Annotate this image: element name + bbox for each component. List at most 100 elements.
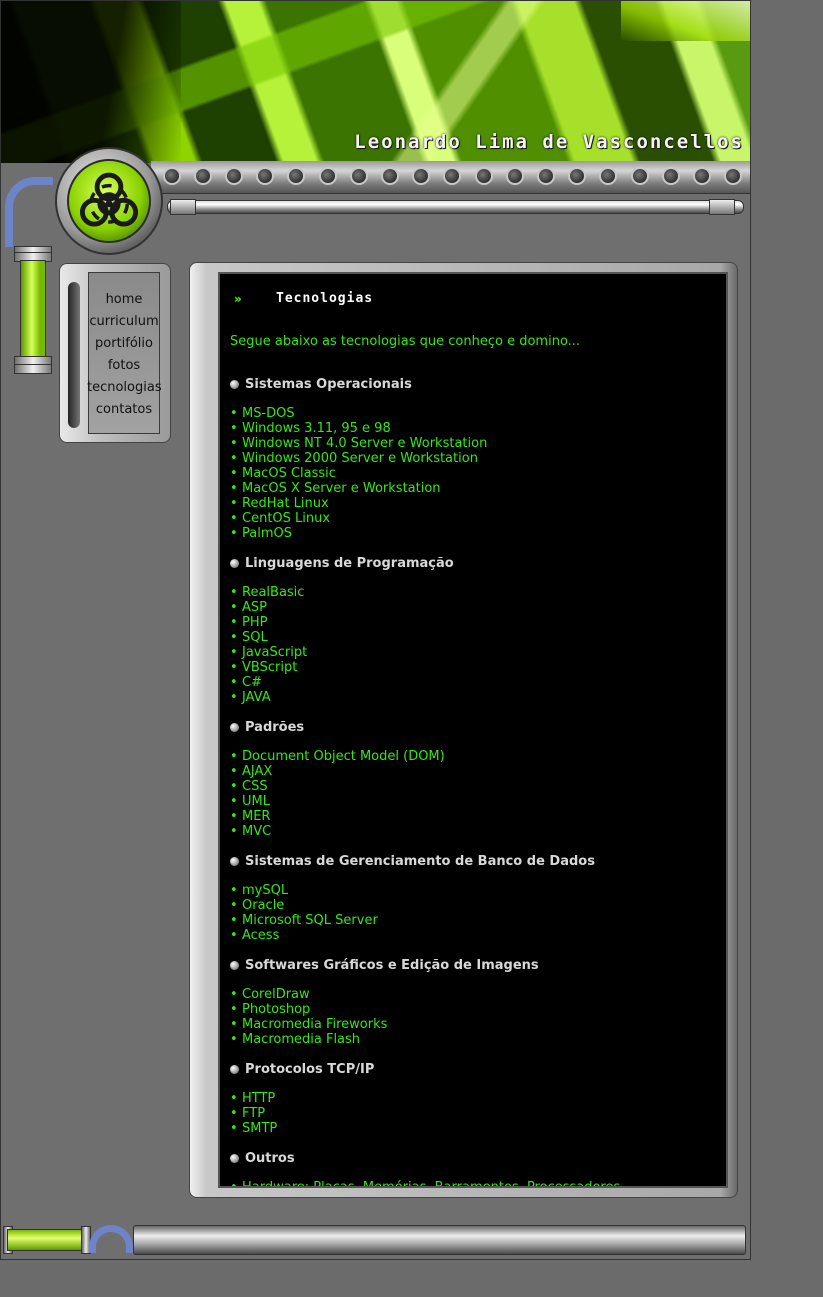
biohazard-icon — [67, 159, 151, 243]
tech-list-item: Acess — [230, 928, 726, 943]
tech-section: Padrões Document Object Model (DOM)AJAXCS… — [230, 717, 726, 839]
tech-list-item: Windows NT 4.0 Server e Workstation — [230, 436, 726, 451]
rail-hole — [724, 167, 742, 185]
nav-item-fotos[interactable]: fotos — [87, 355, 161, 377]
tech-section: Outros Hardware: Placas, Memórias, Barram… — [230, 1148, 726, 1186]
tech-list-item: PHP — [230, 615, 726, 630]
section-heading-text: Sistemas de Gerenciamento de Banco de Da… — [245, 853, 595, 869]
rail-hole — [631, 167, 649, 185]
tech-section: Linguagens de Programação RealBasicASPPHP… — [230, 553, 726, 705]
metal-pipe — [167, 199, 744, 215]
rail-hole — [443, 167, 461, 185]
tech-list-item: MacOS X Server e Workstation — [230, 481, 726, 496]
rail-hole — [287, 167, 305, 185]
tech-list: MS-DOSWindows 3.11, 95 e 98Windows NT 4.… — [230, 406, 726, 541]
tech-section: Protocolos TCP/IP HTTPFTPSMTP — [230, 1059, 726, 1136]
tech-list-item: MVC — [230, 824, 726, 839]
tech-list-item: RedHat Linux — [230, 496, 726, 511]
tech-list: RealBasicASPPHPSQLJavaScriptVBScriptC#JA… — [230, 585, 726, 705]
footer-bar — [133, 1225, 746, 1255]
tech-list-item: CorelDraw — [230, 987, 726, 1002]
rail-hole — [412, 167, 430, 185]
rail-hole — [256, 167, 274, 185]
rail-hole — [693, 167, 711, 185]
tech-list: HTTPFTPSMTP — [230, 1091, 726, 1136]
tech-list-item: MacOS Classic — [230, 466, 726, 481]
header-banner: Leonardo Lima de Vasconcellos — [1, 1, 750, 163]
nav-item-portifolio[interactable]: portifólio — [87, 333, 161, 355]
section-heading-text: Protocolos TCP/IP — [245, 1061, 375, 1077]
page-header: » Tecnologias — [234, 291, 373, 306]
tech-list-item: Macromedia Flash — [230, 1032, 726, 1047]
tech-list-item: mySQL — [230, 883, 726, 898]
section-heading: Softwares Gráficos e Edição de Imagens — [230, 955, 726, 975]
section-heading: Linguagens de Programação — [230, 553, 726, 573]
tech-list-item: UML — [230, 794, 726, 809]
section-heading: Protocolos TCP/IP — [230, 1059, 726, 1079]
section-heading: Padrões — [230, 717, 726, 737]
tech-list-item: ASP — [230, 600, 726, 615]
site-title: Leonardo Lima de Vasconcellos — [354, 131, 744, 153]
section-heading-text: Softwares Gráficos e Edição de Imagens — [245, 957, 539, 973]
bullet-orb-icon — [230, 960, 239, 970]
tech-list-item: JavaScript — [230, 645, 726, 660]
tech-list-item: SQL — [230, 630, 726, 645]
hose-decoration — [5, 177, 53, 247]
rail-hole — [225, 167, 243, 185]
main-nav: home curriculum portifólio fotos tecnolo… — [87, 289, 162, 421]
bullet-orb-icon — [230, 558, 239, 568]
rail-hole — [599, 167, 617, 185]
tech-list-item: CSS — [230, 779, 726, 794]
nav-item-contatos[interactable]: contatos — [87, 399, 161, 421]
nav-item-home[interactable]: home — [87, 289, 161, 311]
tech-list: CorelDrawPhotoshopMacromedia FireworksMa… — [230, 987, 726, 1047]
tech-list-item: Windows 2000 Server e Workstation — [230, 451, 726, 466]
tech-list-item: MER — [230, 809, 726, 824]
nav-item-curriculum[interactable]: curriculum — [87, 311, 161, 333]
tech-list-item: Photoshop — [230, 1002, 726, 1017]
footer-decoration — [1, 1223, 750, 1259]
page-frame: Leonardo Lima de Vasconcellos home curri… — [0, 0, 751, 1260]
tech-section: Sistemas de Gerenciamento de Banco de Da… — [230, 851, 726, 943]
content-area: » Tecnologias Segue abaixo as tecnologia… — [218, 272, 728, 1188]
rail-hole — [194, 167, 212, 185]
rail-hole — [537, 167, 555, 185]
section-heading: Sistemas de Gerenciamento de Banco de Da… — [230, 851, 726, 871]
header-shadow — [1, 1, 181, 163]
nav-item-tecnologias[interactable]: tecnologias — [87, 377, 162, 399]
tech-list-item: Windows 3.11, 95 e 98 — [230, 421, 726, 436]
tech-list-item: Oracle — [230, 898, 726, 913]
tech-list-item: Microsoft SQL Server — [230, 913, 726, 928]
tech-list-item: PalmOS — [230, 526, 726, 541]
section-heading-text: Outros — [245, 1150, 295, 1166]
footer-vial — [7, 1229, 91, 1251]
tech-list-item: SMTP — [230, 1121, 726, 1136]
page-title: Tecnologias — [276, 291, 374, 306]
tech-list-item: VBScript — [230, 660, 726, 675]
tech-list-item: Hardware: Placas, Memórias, Barramentos,… — [230, 1180, 726, 1186]
tech-list-item: Document Object Model (DOM) — [230, 749, 726, 764]
rail-hole — [568, 167, 586, 185]
pipe-cap-left — [170, 199, 196, 215]
rail-hole — [319, 167, 337, 185]
bullet-orb-icon — [230, 379, 239, 389]
section-heading-text: Linguagens de Programação — [245, 555, 454, 571]
section-heading: Sistemas Operacionais — [230, 374, 726, 394]
tech-list-item: CentOS Linux — [230, 511, 726, 526]
tech-list-item: Macromedia Fireworks — [230, 1017, 726, 1032]
section-heading-text: Sistemas Operacionais — [245, 376, 412, 392]
tech-sections: Sistemas Operacionais MS-DOSWindows 3.11,… — [230, 374, 726, 1186]
bullet-orb-icon — [230, 1153, 239, 1163]
tech-list: Hardware: Placas, Memórias, Barramentos,… — [230, 1180, 726, 1186]
rail-hole — [350, 167, 368, 185]
tech-list-item: HTTP — [230, 1091, 726, 1106]
section-heading: Outros — [230, 1148, 726, 1168]
vial-ring-bottom-2 — [14, 364, 52, 374]
biohazard-medallion — [55, 147, 163, 255]
bullet-orb-icon — [230, 856, 239, 866]
rail-hole — [662, 167, 680, 185]
tech-list-item: RealBasic — [230, 585, 726, 600]
bullet-orb-icon — [230, 1064, 239, 1074]
tech-section: Softwares Gráficos e Edição de Imagens Co… — [230, 955, 726, 1047]
tech-list-item: JAVA — [230, 690, 726, 705]
